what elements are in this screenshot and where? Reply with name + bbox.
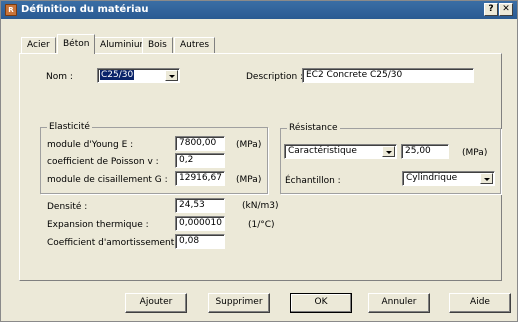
echantillon-select[interactable]: Cylindrique (402, 171, 495, 186)
nom-select[interactable]: C25/30 (97, 68, 180, 83)
cisaillement-field[interactable]: 12916,67 (175, 171, 225, 186)
echantillon-label: Échantillon : (285, 176, 341, 186)
tab-bois[interactable]: Bois (142, 37, 173, 53)
nom-label: Nom : (46, 72, 73, 82)
cisaillement-label: module de cisaillement G : (47, 175, 168, 185)
cisaillement-unit: (MPa) (236, 175, 262, 185)
material-definition-dialog: R Définition du matériau ? ✕ Acier Béton… (0, 0, 518, 322)
nom-value: C25/30 (100, 70, 135, 80)
resistance-type-select[interactable]: Caractéristique (284, 144, 397, 159)
chevron-down-icon[interactable] (480, 173, 493, 184)
tab-beton[interactable]: Béton (57, 34, 96, 54)
resistance-unit: (MPa) (462, 148, 488, 158)
elasticite-title: Elasticité (47, 122, 92, 132)
echantillon-value: Cylindrique (406, 173, 458, 183)
densite-field[interactable]: 24,53 (175, 198, 225, 213)
window-title: Définition du matériau (21, 4, 149, 15)
chevron-down-icon[interactable] (165, 70, 178, 81)
densite-unit: (kN/m3) (242, 201, 279, 211)
app-icon: R (5, 4, 17, 16)
poisson-field[interactable]: 0,2 (175, 153, 225, 168)
supprimer-button[interactable]: Supprimer (208, 293, 270, 313)
resistance-type-value: Caractéristique (288, 146, 357, 156)
tab-acier[interactable]: Acier (21, 37, 56, 53)
expansion-unit: (1/°C) (248, 220, 275, 230)
young-label: module d'Young E : (47, 140, 134, 150)
aide-button[interactable]: Aide (449, 293, 511, 313)
tab-autres[interactable]: Autres (174, 37, 216, 53)
title-bar: R Définition du matériau ? ✕ (1, 1, 517, 19)
annuler-button[interactable]: Annuler (368, 293, 430, 313)
help-icon[interactable]: ? (484, 3, 498, 16)
expansion-field[interactable]: 0,000010 (175, 216, 225, 231)
amortissement-label: Coefficient d'amortissement : (47, 238, 181, 248)
description-field[interactable]: EC2 Concrete C25/30 (302, 68, 474, 83)
ajouter-button[interactable]: Ajouter (125, 293, 187, 313)
poisson-label: coefficient de Poisson v : (47, 157, 159, 167)
description-label: Description : (246, 72, 304, 82)
densite-label: Densité : (47, 202, 88, 212)
resistance-title: Résistance (287, 123, 340, 133)
chevron-down-icon[interactable] (382, 146, 395, 157)
resistance-field[interactable]: 25,00 (401, 144, 449, 159)
ok-button[interactable]: OK (290, 293, 352, 313)
amortissement-field[interactable]: 0,08 (175, 234, 225, 249)
close-icon[interactable]: ✕ (499, 3, 513, 16)
expansion-label: Expansion thermique : (47, 220, 149, 230)
young-field[interactable]: 7800,00 (175, 136, 225, 151)
young-unit: (MPa) (236, 140, 262, 150)
